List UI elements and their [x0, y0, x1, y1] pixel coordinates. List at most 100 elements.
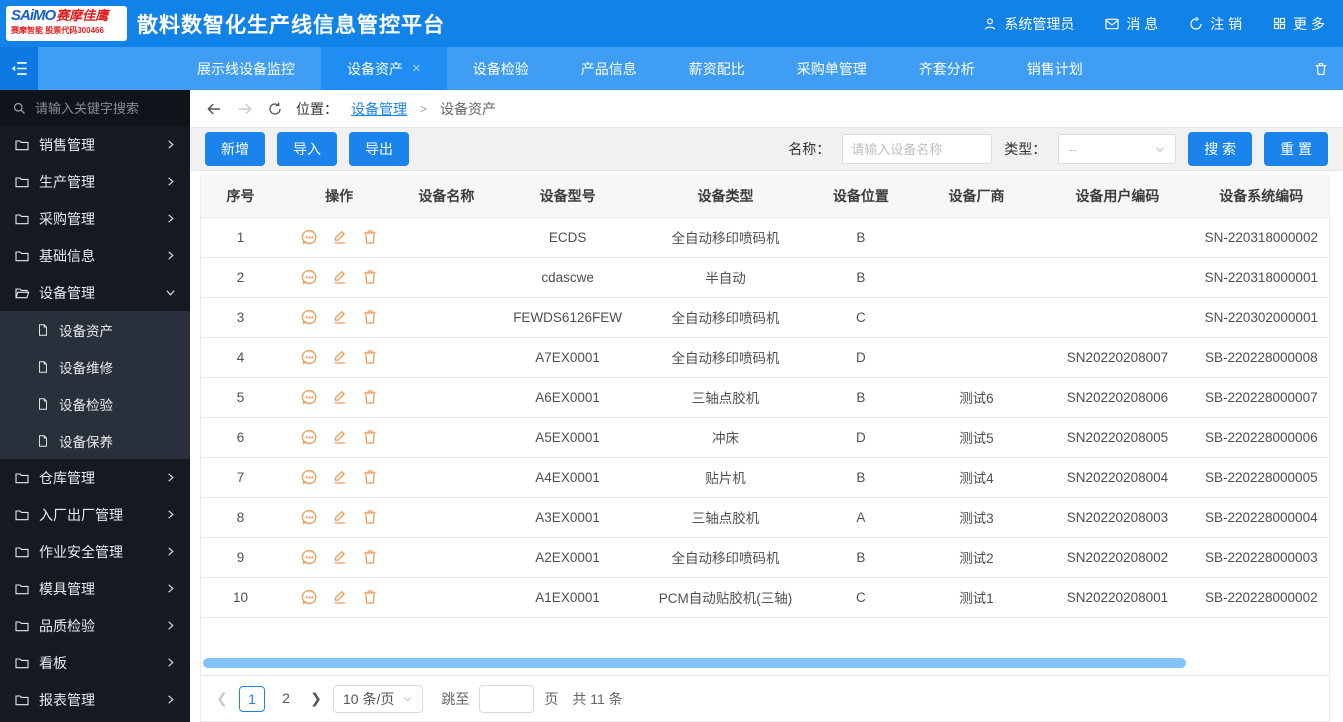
tab[interactable]: 采购单管理 — [771, 47, 893, 90]
delete-icon[interactable] — [361, 348, 379, 366]
sidebar-item[interactable]: 看板 — [0, 644, 190, 681]
breadcrumb-parent-link[interactable]: 设备管理 — [351, 99, 407, 119]
document-icon — [36, 323, 50, 337]
toolbar: 新增 导入 导出 名称： 类型： -- 搜 索 重 置 — [190, 128, 1343, 171]
delete-icon[interactable] — [361, 428, 379, 446]
cell-device-vendor: 测试3 — [912, 497, 1042, 537]
sidebar-subitem[interactable]: 设备维修 — [0, 348, 190, 385]
table-row: 7 A4EX0001 贴片机 B 测试4 SN20220208004 SB-22… — [201, 457, 1329, 497]
sidebar-item[interactable]: 仓库管理 — [0, 459, 190, 496]
tab[interactable]: 展示线设备监控 — [171, 47, 321, 90]
page-title: 散料数智化生产线信息管控平台 — [137, 9, 445, 39]
cell-device-type: 贴片机 — [641, 457, 810, 497]
tab[interactable]: 设备检验 — [447, 47, 555, 90]
sidebar-subitem[interactable]: 设备资产 — [0, 311, 190, 348]
add-button[interactable]: 新增 — [205, 132, 265, 166]
comment-icon[interactable] — [300, 508, 319, 527]
delete-icon[interactable] — [361, 508, 379, 526]
column-header: 设备型号 — [494, 175, 641, 217]
table-row: 2 cdascwe 半自动 B SN-220318000001 — [201, 257, 1329, 297]
prev-page-button[interactable]: ❮ — [215, 690, 229, 707]
close-all-tabs-button[interactable] — [1299, 47, 1343, 90]
sidebar-item[interactable]: 基础信息 — [0, 237, 190, 274]
horizontal-scrollbar[interactable] — [203, 658, 1186, 668]
sidebar-subitem[interactable]: 设备检验 — [0, 385, 190, 422]
comment-icon[interactable] — [300, 468, 319, 487]
comment-icon[interactable] — [300, 268, 319, 287]
sidebar-item[interactable]: 生产管理 — [0, 163, 190, 200]
sidebar-search-input[interactable] — [35, 101, 165, 116]
sidebar-item[interactable]: 作业安全管理 — [0, 533, 190, 570]
sidebar-collapse-button[interactable] — [0, 47, 38, 90]
page-size-select[interactable]: 10 条/页 — [333, 685, 423, 713]
edit-icon[interactable] — [331, 548, 349, 566]
cell-device-model: ECDS — [494, 217, 641, 257]
delete-icon[interactable] — [361, 268, 379, 286]
edit-icon[interactable] — [331, 348, 349, 366]
comment-icon[interactable] — [300, 588, 319, 607]
cell-device-model: cdascwe — [494, 257, 641, 297]
sidebar-item-label: 生产管理 — [39, 172, 156, 192]
user-menu[interactable]: 系统管理员 — [982, 14, 1074, 34]
sidebar-item[interactable]: 入厂出厂管理 — [0, 496, 190, 533]
page-button-2[interactable]: 2 — [273, 686, 299, 712]
delete-icon[interactable] — [361, 228, 379, 246]
back-arrow-icon[interactable] — [205, 100, 223, 118]
breadcrumb-current: 设备资产 — [440, 99, 496, 119]
edit-icon[interactable] — [331, 308, 349, 326]
messages-button[interactable]: 消 息 — [1104, 14, 1158, 34]
sidebar-subitem-label: 设备保养 — [59, 431, 113, 451]
next-page-button[interactable]: ❯ — [309, 690, 323, 707]
delete-icon[interactable] — [361, 388, 379, 406]
comment-icon[interactable] — [300, 548, 319, 567]
sidebar-item[interactable]: 采购管理 — [0, 200, 190, 237]
edit-icon[interactable] — [331, 428, 349, 446]
tab-label: 采购单管理 — [797, 59, 867, 79]
cell-user-code — [1041, 297, 1193, 337]
edit-icon[interactable] — [331, 388, 349, 406]
close-icon[interactable]: × — [412, 61, 421, 76]
comment-icon[interactable] — [300, 348, 319, 367]
refresh-icon[interactable] — [267, 101, 283, 117]
chevron-right-icon — [165, 620, 176, 631]
export-button[interactable]: 导出 — [349, 132, 409, 166]
delete-icon[interactable] — [361, 548, 379, 566]
more-button[interactable]: 更 多 — [1272, 14, 1325, 34]
cell-user-code: SN20220208001 — [1041, 577, 1193, 617]
comment-icon[interactable] — [300, 388, 319, 407]
tab[interactable]: 销售计划 — [1001, 47, 1109, 90]
logout-button[interactable]: 注 销 — [1188, 14, 1242, 34]
sidebar-item[interactable]: 报表管理 — [0, 681, 190, 718]
total-count-label: 共 11 条 — [572, 689, 622, 709]
cell-device-location: D — [810, 417, 912, 457]
comment-icon[interactable] — [300, 228, 319, 247]
comment-icon[interactable] — [300, 428, 319, 447]
tab[interactable]: 产品信息 — [555, 47, 663, 90]
tab[interactable]: 设备资产 × — [321, 47, 447, 90]
sidebar-item[interactable]: 设备管理 — [0, 274, 190, 311]
edit-icon[interactable] — [331, 508, 349, 526]
delete-icon[interactable] — [361, 308, 379, 326]
sidebar-item[interactable]: 品质检验 — [0, 607, 190, 644]
jump-page-input[interactable] — [479, 685, 534, 713]
edit-icon[interactable] — [331, 588, 349, 606]
edit-icon[interactable] — [331, 268, 349, 286]
type-filter-select[interactable]: -- — [1058, 134, 1176, 164]
forward-arrow-icon[interactable] — [236, 100, 254, 118]
import-button[interactable]: 导入 — [277, 132, 337, 166]
delete-icon[interactable] — [361, 468, 379, 486]
delete-icon[interactable] — [361, 588, 379, 606]
search-button[interactable]: 搜 索 — [1188, 132, 1252, 166]
edit-icon[interactable] — [331, 228, 349, 246]
cell-device-model: A7EX0001 — [494, 337, 641, 377]
sidebar-item[interactable]: 模具管理 — [0, 570, 190, 607]
sidebar-subitem[interactable]: 设备保养 — [0, 422, 190, 459]
name-filter-input[interactable] — [842, 134, 992, 164]
comment-icon[interactable] — [300, 308, 319, 327]
tab[interactable]: 齐套分析 — [893, 47, 1001, 90]
reset-button[interactable]: 重 置 — [1264, 132, 1328, 166]
tab[interactable]: 薪资配比 — [663, 47, 771, 90]
page-button-1[interactable]: 1 — [239, 686, 265, 712]
edit-icon[interactable] — [331, 468, 349, 486]
sidebar-item[interactable]: 销售管理 — [0, 126, 190, 163]
